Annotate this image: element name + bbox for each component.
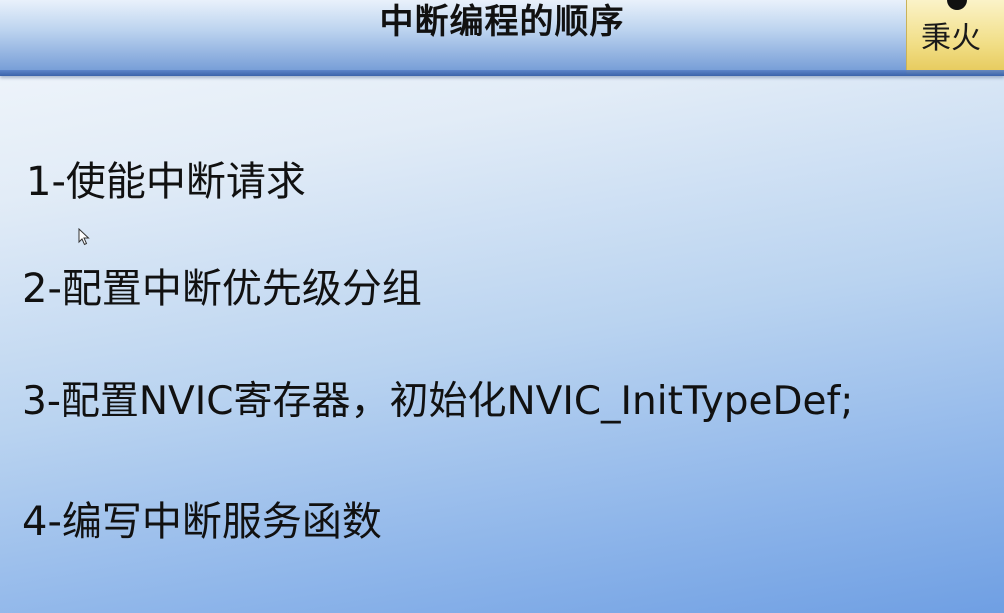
steps-list: 1-使能中断请求 2-配置中断优先级分组 3-配置NVIC寄存器，初始化NVIC… xyxy=(0,0,1004,613)
presentation-slide: 中断编程的顺序 秉火 1-使能中断请求 2-配置中断优先级分组 3-配置NVIC… xyxy=(0,0,1004,613)
step-item-3: 3-配置NVIC寄存器，初始化NVIC_InitTypeDef; xyxy=(22,379,854,424)
step-item-4: 4-编写中断服务函数 xyxy=(22,499,382,545)
step-item-2: 2-配置中断优先级分组 xyxy=(22,266,422,312)
step-item-1: 1-使能中断请求 xyxy=(26,159,306,205)
mouse-pointer-icon xyxy=(78,228,90,246)
